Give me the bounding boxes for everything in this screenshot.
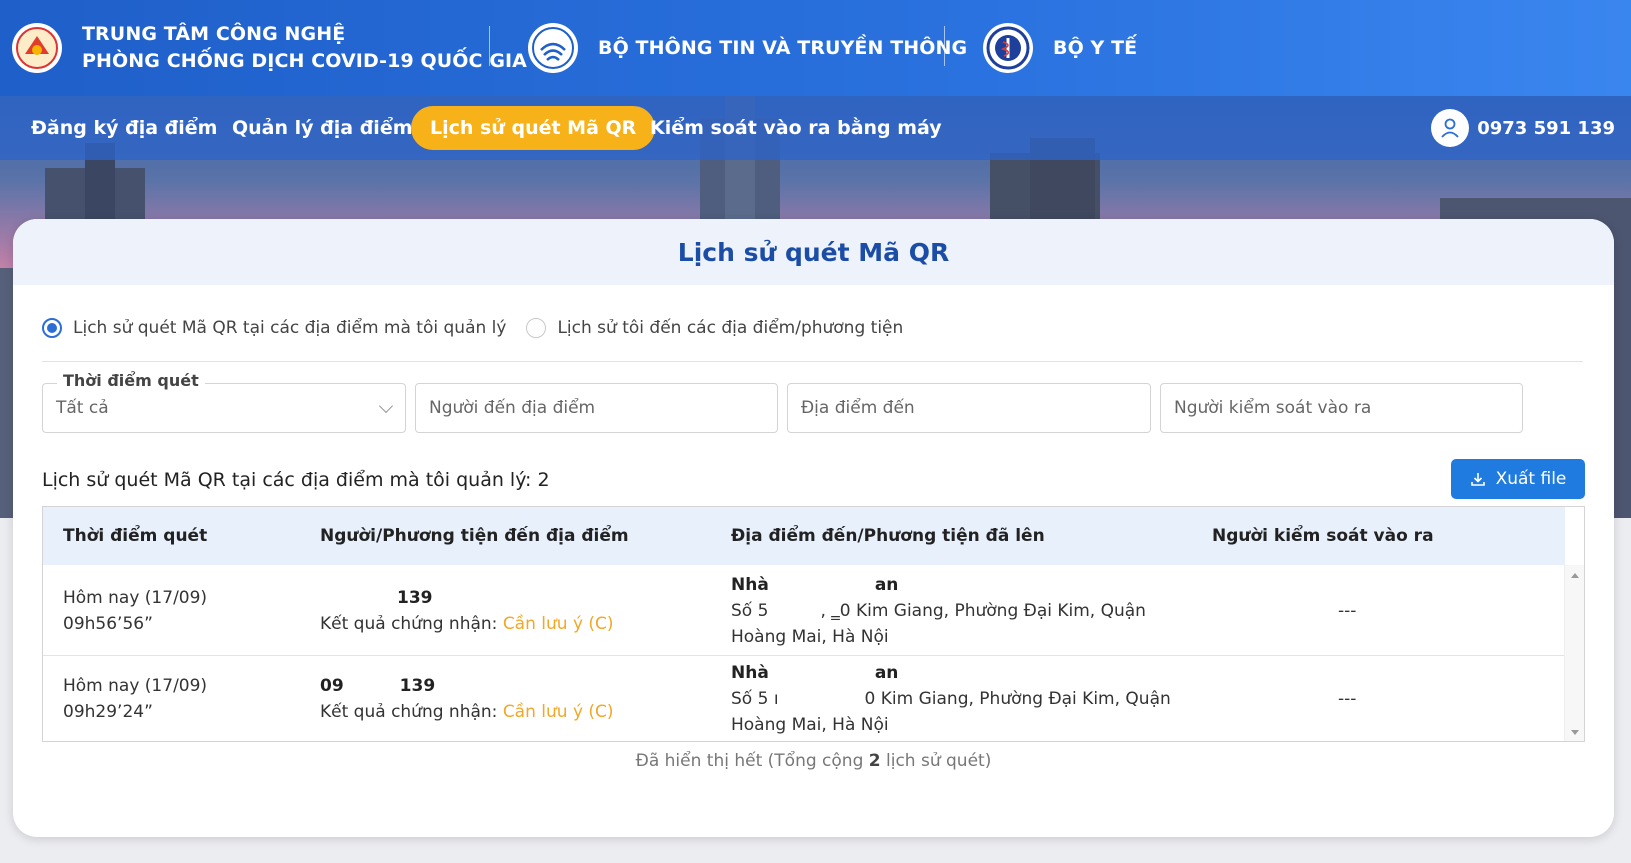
table-header: Thời điểm quét Người/Phương tiện đến địa… <box>43 507 1565 565</box>
place-name-part: an <box>874 663 899 683</box>
address-part: Số 5 ı <box>731 689 779 709</box>
radio-label: Lịch sử quét Mã QR tại các địa điểm mà t… <box>73 318 507 338</box>
result-label: Kết quả chứng nhận: <box>320 614 498 634</box>
export-file-button[interactable]: Xuất file <box>1451 459 1585 499</box>
place-name-part: Nhà <box>731 575 769 595</box>
table-row[interactable]: Hôm nay (17/09) 09h29’24” 09 139 Kết quả … <box>43 653 1565 741</box>
ministry-info-logo-icon <box>528 23 578 73</box>
covid-center-logo-icon <box>12 23 62 73</box>
scan-date: Hôm nay (17/09) <box>63 676 208 696</box>
result-label: Kết quả chứng nhận: <box>320 702 498 722</box>
user-icon <box>1431 109 1470 147</box>
scan-time-select[interactable]: Thời điểm quét Tất cả <box>42 371 406 433</box>
scan-date: Hôm nay (17/09) <box>63 588 208 608</box>
address-line2: Hoàng Mai, Hà Nội <box>731 715 889 735</box>
history-type-radios: Lịch sử quét Mã QR tại các địa điểm mà t… <box>42 318 923 338</box>
address-part: ‚ ‗0 Kim Giang, Phường Đại Kim, Quận <box>820 601 1146 621</box>
controller-value: --- <box>1338 601 1357 621</box>
nav-machine-control[interactable]: Kiểm soát vào ra bằng máy <box>631 106 961 150</box>
history-table: Thời điểm quét Người/Phương tiện đến địa… <box>42 506 1585 742</box>
table-scrollbar[interactable] <box>1564 565 1584 741</box>
scan-time: 09h29’24” <box>63 702 153 722</box>
scan-time: 09h56’56” <box>63 614 153 634</box>
header-divider <box>944 26 945 66</box>
footer-count: 2 <box>868 751 881 771</box>
scan-time-value: Tất cả <box>56 398 109 418</box>
card-header: Lịch sử quét Mã QR <box>13 219 1614 285</box>
list-end-note: Đã hiển thị hết (Tổng cộng 2 lịch sử qué… <box>13 751 1614 771</box>
address-part: Số 5 <box>731 601 769 621</box>
radio-label: Lịch sử tôi đến các địa điểm/phương tiện <box>557 318 904 338</box>
place-name-part: an <box>874 575 899 595</box>
footer-text: Đã hiển thị hết (Tổng cộng <box>635 751 869 771</box>
col-scan-time: Thời điểm quét <box>63 526 208 546</box>
header-divider <box>489 26 490 66</box>
scroll-down-icon[interactable] <box>1571 730 1579 735</box>
person-phone: 139 <box>397 588 433 608</box>
org-ministry-info: BỘ THÔNG TIN VÀ TRUYỀN THÔNG <box>528 0 967 96</box>
col-person: Người/Phương tiện đến địa điểm <box>320 526 629 546</box>
col-controller: Người kiểm soát vào ra <box>1212 526 1434 546</box>
place-filter-input[interactable]: Địa điểm đến <box>787 383 1151 433</box>
controller-filter-input[interactable]: Người kiểm soát vào ra <box>1160 383 1523 433</box>
radio-selected-icon <box>42 318 62 338</box>
result-status: Cần lưu ý (C) <box>502 702 614 722</box>
person-filter-placeholder: Người đến địa điểm <box>429 398 596 418</box>
nav-qr-history[interactable]: Lịch sử quét Mã QR <box>411 106 656 150</box>
result-status: Cần lưu ý (C) <box>502 614 614 634</box>
history-card: Lịch sử quét Mã QR Lịch sử quét Mã QR tạ… <box>13 219 1614 837</box>
nav-register-location[interactable]: Đăng ký địa điểm <box>12 106 236 150</box>
footer-text: lịch sử quét) <box>880 751 992 771</box>
scroll-up-icon[interactable] <box>1571 573 1579 578</box>
controller-filter-placeholder: Người kiểm soát vào ra <box>1174 398 1372 418</box>
page-title: Lịch sử quét Mã QR <box>677 237 950 267</box>
controller-value: --- <box>1338 689 1357 709</box>
radio-my-visits[interactable]: Lịch sử tôi đến các địa điểm/phương tiện <box>526 318 903 338</box>
divider <box>42 361 1583 362</box>
nav-manage-location[interactable]: Quản lý địa điểm <box>213 106 432 150</box>
ministry-health-logo-icon <box>983 23 1033 73</box>
history-count: Lịch sử quét Mã QR tại các địa điểm mà t… <box>42 469 550 491</box>
org2-name: BỘ THÔNG TIN VÀ TRUYỀN THÔNG <box>598 36 968 59</box>
radio-managed-locations[interactable]: Lịch sử quét Mã QR tại các địa điểm mà t… <box>42 318 506 338</box>
export-label: Xuất file <box>1495 469 1567 489</box>
org1-line2: PHÒNG CHỐNG DỊCH COVID-19 QUỐC GIA <box>82 50 527 72</box>
main-nav: Đăng ký địa điểm Quản lý địa điểm Lịch s… <box>0 96 1631 160</box>
place-name-part: Nhà <box>731 663 769 683</box>
person-phone-part: 09 <box>320 676 344 696</box>
user-phone: 0973 591 139 <box>1477 117 1615 139</box>
download-icon <box>1470 473 1485 486</box>
scan-time-legend: Thời điểm quét <box>57 371 205 391</box>
table-row[interactable]: Hôm nay (17/09) 09h56’56” 139 Kết quả ch… <box>43 565 1565 656</box>
org1-line1: TRUNG TÂM CÔNG NGHỆ <box>82 23 346 45</box>
user-account[interactable]: 0973 591 139 <box>1431 108 1615 148</box>
org3-name: BỘ Y TẾ <box>1053 36 1138 59</box>
address-line2: Hoàng Mai, Hà Nội <box>731 627 889 647</box>
radio-unselected-icon <box>526 318 547 338</box>
address-part: 0 Kim Giang, Phường Đại Kim, Quận <box>864 689 1171 709</box>
org-covid-center: TRUNG TÂM CÔNG NGHỆ PHÒNG CHỐNG DỊCH COV… <box>12 0 527 96</box>
person-phone: 139 <box>399 676 436 696</box>
chevron-down-icon <box>378 398 394 414</box>
col-place: Địa điểm đến/Phương tiện đã lên <box>731 526 1045 546</box>
person-filter-input[interactable]: Người đến địa điểm <box>415 383 778 433</box>
place-filter-placeholder: Địa điểm đến <box>801 398 915 418</box>
org-ministry-health: BỘ Y TẾ <box>983 0 1137 96</box>
